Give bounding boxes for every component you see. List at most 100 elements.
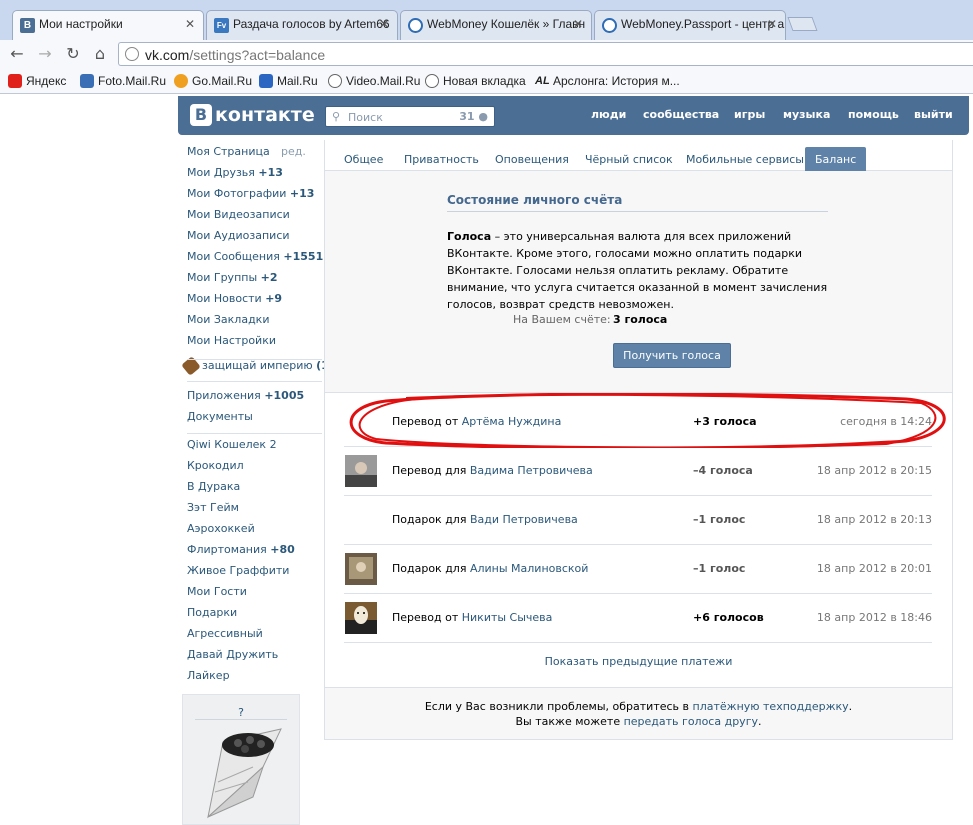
transaction-row: Перевод для Вадима Петровичева –4 голоса…	[344, 447, 932, 496]
transaction-amount: +6 голосов	[693, 611, 764, 624]
tab-balance[interactable]: Баланс	[805, 147, 867, 171]
transaction-description: Перевод для Вадима Петровичева	[392, 464, 593, 477]
left-menu-item[interactable]: Подарки	[187, 606, 237, 619]
support-footer: Если у Вас возникли проблемы, обратитесь…	[325, 687, 952, 739]
nav-logout[interactable]: выйти	[914, 108, 953, 121]
browser-tab-fv[interactable]: Fv Раздача голосов by Artem66 ✕	[206, 10, 398, 40]
edit-link[interactable]: ред.	[281, 145, 306, 158]
transaction-user-link[interactable]: Артёма Нуждина	[462, 415, 562, 428]
tab-blacklist[interactable]: Чёрный список	[585, 153, 673, 166]
balance-description: Голоса – это универсальная валюта для вс…	[447, 230, 828, 311]
reload-icon[interactable]: ↻	[63, 44, 83, 64]
transaction-amount: –1 голос	[693, 562, 746, 575]
left-menu-item[interactable]: Мои Гости	[187, 585, 247, 598]
avatar[interactable]	[345, 553, 377, 585]
left-menu-item[interactable]: Мои Видеозаписи	[187, 208, 290, 221]
left-menu-item[interactable]: Флиртомания +80	[187, 543, 295, 556]
ad-divider	[195, 719, 287, 720]
browser-tab-settings[interactable]: В Мои настройки ✕	[12, 10, 204, 40]
close-icon[interactable]: ✕	[573, 17, 583, 31]
transaction-amount: –1 голос	[693, 513, 746, 526]
left-menu-item[interactable]: Зэт Гейм	[187, 501, 239, 514]
left-menu-item[interactable]: Qiwi Кошелек 2	[187, 438, 277, 451]
avatar[interactable]	[345, 602, 377, 634]
nav-games[interactable]: игры	[734, 108, 765, 121]
left-menu-item[interactable]: Мои Закладки	[187, 313, 269, 326]
show-previous-link[interactable]: Показать предыдущие платежи	[325, 655, 952, 668]
tab-general[interactable]: Общее	[344, 153, 383, 166]
get-votes-button[interactable]: Получить голоса	[613, 343, 731, 368]
left-menu-item[interactable]: Мои Аудиозаписи	[187, 229, 290, 242]
avatar[interactable]	[345, 455, 377, 487]
bookmark-mail[interactable]: Mail.Ru	[259, 74, 318, 88]
transaction-user-link[interactable]: Вади Петровичева	[470, 513, 578, 526]
account-value: 3 голоса	[613, 313, 668, 326]
al-icon: AL	[535, 75, 550, 87]
left-menu-item[interactable]: Мои Новости +9	[187, 292, 282, 305]
nav-music[interactable]: музыка	[783, 108, 830, 121]
new-tab-button[interactable]	[787, 17, 818, 31]
bookmark-video-mail[interactable]: Video.Mail.Ru	[328, 74, 420, 88]
webmoney-favicon-icon	[602, 18, 617, 33]
close-icon[interactable]: ✕	[185, 17, 195, 31]
transaction-description: Перевод от Никиты Сычева	[392, 611, 553, 624]
left-menu-item[interactable]: Мои Сообщения +1551	[187, 250, 323, 263]
webmoney-favicon-icon	[408, 18, 423, 33]
user-icon: ●	[478, 110, 488, 123]
forward-arrow-icon[interactable]: →	[35, 44, 55, 64]
balance-title: Состояние личного счёта	[447, 193, 623, 207]
transaction-date: 18 апр 2012 в 20:15	[816, 464, 932, 477]
browser-toolbar: ← → ↻ ⌂ vk.com/settings?act=balance	[0, 40, 973, 68]
left-menu-item[interactable]: Крокодил	[187, 459, 244, 472]
transaction-user-link[interactable]: Алины Малиновской	[470, 562, 588, 575]
bookmark-new-tab[interactable]: Новая вкладка	[425, 74, 526, 88]
left-menu-item[interactable]: Мои Группы +2	[187, 271, 278, 284]
nav-communities[interactable]: сообщества	[643, 108, 719, 121]
nav-people[interactable]: люди	[591, 108, 626, 121]
browser-tab-webmoney-passport[interactable]: WebMoney.Passport - центр а ✕	[594, 10, 786, 40]
left-menu-item[interactable]: Агрессивный	[187, 627, 263, 640]
vk-header: Вконтакте ⚲ Поиск 31 ● люди сообщества и…	[178, 96, 969, 135]
payment-support-link[interactable]: платёжную техподдержку	[693, 700, 849, 713]
left-menu-item[interactable]: Мои Друзья +13	[187, 166, 283, 179]
left-menu-item[interactable]: Лайкер	[187, 669, 230, 682]
left-menu-app-item[interactable]: защищай империю (11)	[181, 356, 342, 376]
left-menu-item[interactable]: В Дурака	[187, 480, 240, 493]
globe-icon	[425, 74, 439, 88]
left-menu-divider	[187, 359, 322, 360]
vk-logo[interactable]: Вконтакте	[190, 104, 315, 128]
transfer-line: Вы также можете передать голоса другу.	[515, 715, 762, 728]
browser-tab-webmoney-wallet[interactable]: WebMoney Кошелёк » Главн ✕	[400, 10, 592, 40]
nav-help[interactable]: помощь	[848, 108, 899, 121]
transaction-row: Перевод от Артёма Нуждина +3 голоса сего…	[344, 398, 932, 447]
tab-mobile[interactable]: Мобильные сервисы	[686, 153, 804, 166]
ad-block[interactable]: ?	[182, 694, 300, 825]
bookmark-arslonga[interactable]: AL Арслонга: История м...	[535, 74, 680, 88]
tab-notifications[interactable]: Оповещения	[495, 153, 569, 166]
transaction-amount: –4 голоса	[693, 464, 753, 477]
left-menu-item[interactable]: Живое Граффити	[187, 564, 289, 577]
tab-title: WebMoney Кошелёк » Главн	[427, 17, 586, 31]
bookmark-go-mail[interactable]: Go.Mail.Ru	[174, 74, 252, 88]
transaction-user-link[interactable]: Вадима Петровичева	[470, 464, 593, 477]
bookmark-yandex[interactable]: Яндекс	[8, 74, 66, 88]
left-menu-item[interactable]: Аэрохоккей	[187, 522, 255, 535]
back-arrow-icon[interactable]: ←	[7, 44, 27, 64]
transfer-votes-link[interactable]: передать голоса другу	[624, 715, 758, 728]
left-menu-item[interactable]: Моя Страница	[187, 145, 270, 158]
tab-privacy[interactable]: Приватность	[404, 153, 479, 166]
left-menu-item[interactable]: Документы	[187, 410, 253, 423]
ad-title[interactable]: ?	[183, 706, 299, 719]
close-icon[interactable]: ✕	[379, 17, 389, 31]
left-menu-item[interactable]: Приложения +1005	[187, 389, 304, 402]
transaction-user-link[interactable]: Никиты Сычева	[462, 611, 553, 624]
left-menu-item[interactable]: Давай Дружить	[187, 648, 278, 661]
home-icon[interactable]: ⌂	[90, 44, 110, 64]
left-menu-item[interactable]: Мои Настройки	[187, 334, 276, 347]
globe-icon	[125, 47, 139, 61]
address-bar[interactable]: vk.com/settings?act=balance	[118, 42, 973, 66]
left-menu-item[interactable]: Мои Фотографии +13	[187, 187, 314, 200]
search-input[interactable]: ⚲ Поиск 31 ●	[325, 106, 495, 127]
close-icon[interactable]: ✕	[767, 17, 777, 31]
bookmark-foto-mail[interactable]: Foto.Mail.Ru	[80, 74, 166, 88]
